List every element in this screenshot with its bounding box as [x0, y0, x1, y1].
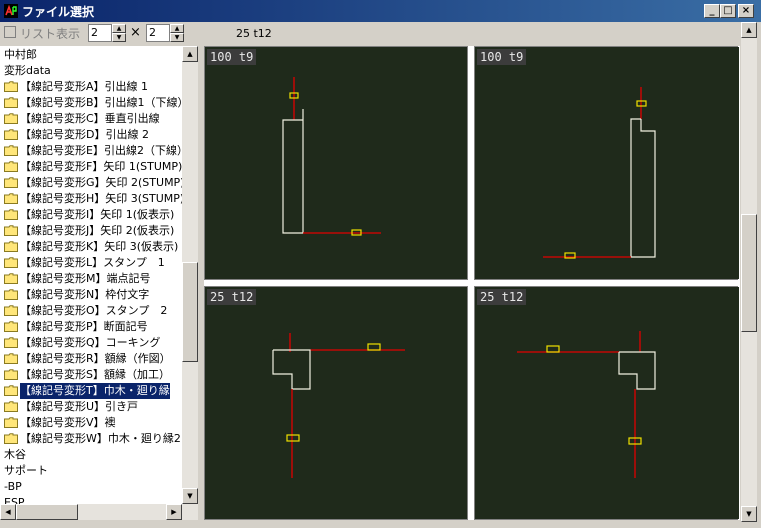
folder-icon	[4, 161, 18, 172]
folder-icon	[4, 305, 18, 316]
folder-icon	[4, 273, 18, 284]
tree-item-label: サポート	[4, 464, 48, 477]
preview-drawing	[475, 47, 739, 279]
pane-label: 100 t9	[477, 49, 527, 65]
list-view-label: リスト表示	[20, 27, 81, 41]
scroll-down-icon[interactable]: ▼	[182, 488, 198, 504]
spin-up-icon[interactable]: ▲	[170, 24, 184, 33]
tree-item-label: 【線記号変形R】額縁（作図）	[20, 352, 171, 365]
tree-item-label: 【線記号変形T】巾木・廻り縁	[19, 382, 171, 400]
tree-item-label: 【線記号変形F】矢印 1(STUMP)	[20, 160, 183, 173]
tree-item-label: 【線記号変形O】スタンプ 2	[20, 304, 168, 317]
title-bar[interactable]	[0, 0, 761, 22]
rows-input[interactable]: 2	[146, 24, 170, 42]
tree-item-label: 【線記号変形Q】コーキング	[20, 336, 161, 349]
tree-item-label: 【線記号変形V】襖	[20, 416, 116, 429]
folder-icon	[4, 81, 18, 92]
tree-horizontal-scrollbar[interactable]: ◀ ▶	[0, 504, 198, 520]
scroll-thumb[interactable]	[741, 214, 757, 332]
pane-label: 25 t12	[477, 289, 527, 305]
preview-pane[interactable]: 25 t12	[474, 286, 739, 520]
folder-icon	[4, 257, 18, 268]
folder-icon	[4, 321, 18, 332]
tree-item-label: 【線記号変形M】端点記号	[20, 272, 151, 285]
tree-item-label: 【線記号変形N】枠付文字	[20, 288, 150, 301]
folder-icon	[4, 113, 18, 124]
folder-tree[interactable]: 中村郎変形data 【線記号変形A】引出線 1 【線記号変形B】引出線1（下線） 【線…	[0, 46, 198, 520]
preview-pane[interactable]: 100 t9	[204, 46, 468, 280]
tree-item-label: 変形data	[4, 64, 51, 77]
scroll-down-icon[interactable]: ▼	[741, 506, 757, 522]
tree-item-label: 中村郎	[4, 48, 37, 61]
preview-drawing	[475, 287, 739, 519]
close-button[interactable]: ×	[738, 4, 754, 18]
tree-item-label: 【線記号変形K】矢印 3(仮表示)	[20, 240, 179, 253]
preview-drawing	[205, 287, 467, 519]
scroll-thumb[interactable]	[16, 504, 78, 520]
scroll-right-icon[interactable]: ▶	[166, 504, 182, 520]
tree-item-label: 【線記号変形U】引き戸	[20, 400, 139, 413]
preview-drawing	[205, 47, 467, 279]
tree-item-label: -BP	[4, 480, 22, 493]
tree-item-label: 木谷	[4, 448, 26, 461]
folder-icon	[4, 225, 18, 236]
folder-icon	[4, 193, 18, 204]
folder-icon	[4, 385, 18, 396]
preview-vertical-scrollbar[interactable]: ▲ ▼	[741, 22, 757, 522]
tree-item-label: 【線記号変形G】矢印 2(STUMP)	[20, 176, 185, 189]
folder-icon	[4, 177, 18, 188]
pane-label: 100 t9	[207, 49, 257, 65]
tree-vertical-scrollbar[interactable]: ▲ ▼	[182, 46, 198, 504]
window-title: ファイル選択	[22, 5, 95, 19]
folder-icon	[4, 289, 18, 300]
app-icon	[4, 4, 18, 18]
tree-item-label: 【線記号変形P】断面記号	[20, 320, 148, 333]
preview-pane[interactable]: 25 t12	[204, 286, 468, 520]
folder-icon	[4, 209, 18, 220]
selected-status: 25 t12	[236, 27, 272, 40]
folder-icon	[4, 401, 18, 412]
columns-spinner[interactable]: ▲ ▼	[112, 24, 126, 42]
tree-item-label: 【線記号変形W】巾木・廻り縁2	[20, 432, 181, 445]
folder-icon	[4, 97, 18, 108]
folder-icon	[4, 337, 18, 348]
scroll-up-icon[interactable]: ▲	[741, 22, 757, 38]
folder-icon	[4, 129, 18, 140]
maximize-button[interactable]: □	[720, 4, 736, 18]
folder-icon	[4, 417, 18, 428]
folder-icon	[4, 353, 18, 364]
times-sign: ×	[130, 25, 141, 40]
tree-item-label: 【線記号変形C】垂直引出線	[20, 112, 160, 125]
spin-down-icon[interactable]: ▼	[112, 33, 126, 42]
spin-down-icon[interactable]: ▼	[170, 33, 184, 42]
preview-pane[interactable]: 100 t9	[474, 46, 739, 280]
scroll-up-icon[interactable]: ▲	[182, 46, 198, 62]
tree-item-label: 【線記号変形A】引出線 1	[20, 80, 149, 93]
rows-spinner[interactable]: ▲ ▼	[170, 24, 184, 42]
columns-input[interactable]: 2	[88, 24, 112, 42]
tree-item-label: 【線記号変形S】額縁（加工）	[20, 368, 170, 381]
tree-item-label: 【線記号変形L】スタンプ 1	[20, 256, 165, 269]
list-view-checkbox[interactable]	[4, 26, 16, 38]
folder-icon	[4, 433, 18, 444]
spin-up-icon[interactable]: ▲	[112, 24, 126, 33]
scroll-thumb[interactable]	[182, 262, 198, 362]
scroll-left-icon[interactable]: ◀	[0, 504, 16, 520]
preview-grid: 100 t9 100 t9 25 t12 25 t12	[204, 46, 740, 520]
folder-icon	[4, 145, 18, 156]
pane-label: 25 t12	[207, 289, 257, 305]
tree-item-label: 【線記号変形E】引出線2（下線）	[20, 144, 188, 157]
folder-icon	[4, 369, 18, 380]
tree-item-label: 【線記号変形H】矢印 3(STUMP)	[20, 192, 185, 205]
minimize-button[interactable]: _	[704, 4, 720, 18]
folder-icon	[4, 241, 18, 252]
tree-item-label: 【線記号変形B】引出線1（下線）	[20, 96, 189, 109]
tree-item-label: 【線記号変形J】矢印 2(仮表示)	[20, 224, 175, 237]
tree-item-label: 【線記号変形D】引出線 2	[20, 128, 149, 141]
tree-item-label: 【線記号変形I】矢印 1(仮表示)	[20, 208, 175, 221]
